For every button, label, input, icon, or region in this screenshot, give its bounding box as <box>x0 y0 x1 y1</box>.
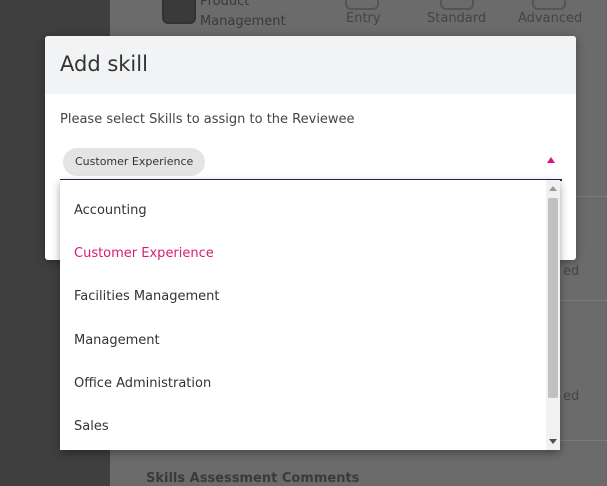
option-accounting[interactable]: Accounting <box>74 203 147 218</box>
option-office-administration[interactable]: Office Administration <box>74 376 211 391</box>
bg-fragment: ed <box>563 389 580 404</box>
selected-skill-chip[interactable]: Customer Experience <box>63 148 206 176</box>
bg-comments-heading: Skills Assessment Comments <box>146 471 360 486</box>
bg-fragment: ed <box>563 264 580 279</box>
option-sales[interactable]: Sales <box>74 419 109 434</box>
level-entry: Entry <box>346 11 381 26</box>
modal-title: Add skill <box>60 52 148 76</box>
product-icon <box>162 0 196 24</box>
bg-product-label-1: Product <box>200 0 250 9</box>
modal-description: Please select Skills to assign to the Re… <box>60 112 355 127</box>
option-facilities-management[interactable]: Facilities Management <box>74 289 219 304</box>
option-customer-experience[interactable]: Customer Experience <box>74 246 214 261</box>
caret-up-icon[interactable] <box>547 157 555 163</box>
level-standard: Standard <box>427 11 487 26</box>
scrollbar[interactable] <box>546 180 560 450</box>
bg-product-label-2: Management <box>200 14 286 29</box>
option-management[interactable]: Management <box>74 333 160 348</box>
skills-dropdown: Accounting Customer Experience Facilitie… <box>60 180 560 450</box>
level-toggle-advanced <box>532 0 566 10</box>
scroll-down-icon[interactable] <box>549 439 557 444</box>
level-advanced: Advanced <box>518 11 583 26</box>
scroll-up-icon[interactable] <box>549 186 557 191</box>
level-toggle-standard <box>440 0 474 10</box>
scroll-thumb[interactable] <box>548 198 558 398</box>
level-toggle-entry <box>345 0 379 10</box>
